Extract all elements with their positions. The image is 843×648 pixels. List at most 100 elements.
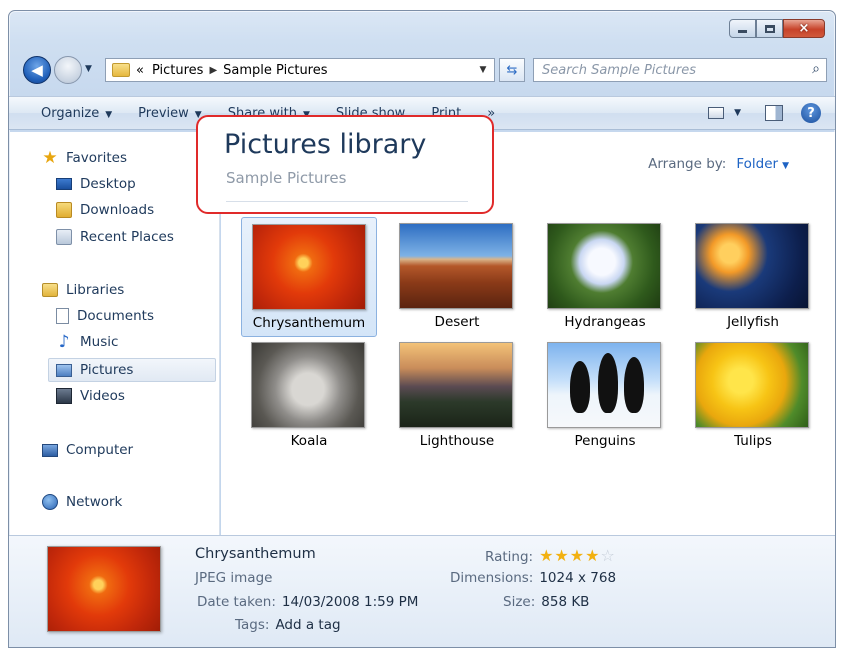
chevron-down-icon: ▼	[105, 109, 113, 120]
details-thumbnail	[47, 546, 161, 632]
thumbnail-image	[251, 342, 365, 428]
details-file-type: JPEG image	[195, 570, 273, 586]
thumbnail-label: Chrysanthemum	[252, 315, 366, 331]
thumbnail-label: Lighthouse	[419, 433, 495, 449]
preview-label: Preview	[138, 105, 189, 121]
sidebar-item-pictures[interactable]: Pictures	[48, 358, 216, 382]
sidebar-item-label: Downloads	[80, 202, 155, 218]
computer-icon	[42, 443, 58, 457]
breadcrumb-sample-pictures[interactable]: Sample Pictures	[223, 63, 327, 78]
size-label: Size:	[503, 594, 536, 610]
sidebar-item-videos[interactable]: Videos	[56, 388, 125, 404]
sidebar-item-desktop[interactable]: Desktop	[56, 176, 136, 192]
search-placeholder: Search Sample Pictures	[542, 62, 697, 78]
recent-pages-dropdown[interactable]: ▼	[85, 64, 92, 74]
breadcrumb-overflow[interactable]: «	[136, 63, 144, 78]
dimensions-label: Dimensions:	[450, 570, 534, 586]
thumbnail-image	[695, 342, 809, 428]
filled-star-icon[interactable]: ★	[539, 546, 554, 565]
minimize-button[interactable]	[729, 19, 756, 38]
refresh-icon: ⇆	[506, 62, 518, 78]
views-dropdown-icon[interactable]: ▼	[734, 108, 741, 118]
folder-icon	[112, 63, 130, 77]
thumbnail-penguins[interactable]: Penguins	[537, 336, 673, 456]
date-taken-value[interactable]: 14/03/2008 1:59 PM	[282, 594, 419, 610]
pictures-icon	[56, 363, 72, 377]
preview-menu[interactable]: Preview ▼	[138, 106, 202, 121]
thumbnail-image	[252, 224, 366, 310]
penguin-shape	[624, 357, 644, 413]
details-date-taken: Date taken: 14/03/2008 1:59 PM	[197, 594, 418, 610]
sidebar-item-network[interactable]: Network	[42, 494, 122, 510]
penguin-shape	[598, 353, 618, 413]
organize-menu[interactable]: Organize ▼	[41, 106, 112, 121]
empty-star-icon[interactable]: ☆	[600, 546, 615, 565]
size-value: 858 KB	[541, 594, 590, 610]
change-view-icon[interactable]	[708, 107, 725, 119]
sidebar-item-label: Libraries	[66, 282, 125, 298]
thumbnail-label: Tulips	[734, 433, 772, 449]
documents-icon	[56, 308, 69, 324]
sidebar-item-favorites[interactable]: ★ Favorites	[42, 148, 127, 168]
network-icon	[42, 494, 58, 510]
library-header-highlight: Pictures library Sample Pictures	[196, 115, 494, 214]
arrange-by: Arrange by: Folder ▼	[648, 156, 789, 172]
sidebar-item-documents[interactable]: Documents	[56, 308, 154, 324]
maximize-button[interactable]	[756, 19, 783, 38]
arrange-by-dropdown[interactable]: Folder	[736, 156, 778, 172]
thumbnail-tulips[interactable]: Tulips	[685, 336, 821, 456]
sidebar-item-recent-places[interactable]: Recent Places	[56, 229, 174, 245]
sidebar-item-label: Favorites	[66, 150, 127, 166]
thumbnail-chrysanthemum[interactable]: Chrysanthemum	[241, 217, 377, 337]
thumbnail-jellyfish[interactable]: Jellyfish	[685, 217, 821, 337]
address-bar[interactable]: « Pictures ▶ Sample Pictures ▼	[105, 58, 495, 82]
breadcrumb-pictures[interactable]: Pictures	[152, 63, 203, 78]
libraries-icon	[42, 283, 58, 297]
back-button[interactable]: ◀	[23, 56, 51, 84]
preview-pane-icon[interactable]	[765, 105, 783, 121]
thumbnail-desert[interactable]: Desert	[389, 217, 525, 337]
filled-star-icon[interactable]: ★	[585, 546, 600, 565]
window-caption-buttons: ×	[729, 19, 825, 38]
navigation-bar: ◀ ▼ « Pictures ▶ Sample Pictures ▼ ⇆ Sea…	[19, 54, 827, 84]
add-tag-field[interactable]: Add a tag	[275, 617, 340, 633]
details-rating: Rating: ★★★★☆	[485, 546, 616, 565]
sidebar-item-downloads[interactable]: Downloads	[56, 202, 154, 218]
thumbnail-image	[399, 223, 513, 309]
help-icon[interactable]: ?	[801, 103, 821, 123]
thumbnail-koala[interactable]: Koala	[241, 336, 377, 456]
details-size: Size: 858 KB	[503, 594, 589, 610]
thumbnail-label: Penguins	[574, 433, 636, 449]
search-icon[interactable]: ⌕	[812, 61, 820, 77]
refresh-button[interactable]: ⇆	[499, 58, 525, 82]
sidebar-item-label: Computer	[66, 442, 134, 458]
details-file-name: Chrysanthemum	[195, 546, 316, 562]
close-icon: ×	[798, 21, 810, 36]
star-icon: ★	[42, 148, 58, 168]
search-input[interactable]: Search Sample Pictures ⌕	[533, 58, 827, 82]
filled-star-icon[interactable]: ★	[554, 546, 569, 565]
sidebar-item-libraries[interactable]: Libraries	[42, 282, 124, 298]
sidebar-item-music[interactable]: ♪ Music	[56, 334, 119, 351]
sidebar-item-label: Music	[80, 334, 119, 350]
sidebar-item-label: Desktop	[80, 176, 136, 192]
sidebar-item-label: Network	[66, 494, 123, 510]
date-taken-label: Date taken:	[197, 594, 276, 610]
chevron-down-icon[interactable]: ▼	[782, 161, 789, 171]
details-tags: Tags: Add a tag	[235, 617, 341, 633]
forward-button[interactable]	[54, 56, 82, 84]
minimize-icon	[738, 30, 747, 33]
close-button[interactable]: ×	[783, 19, 825, 38]
thumbnail-lighthouse[interactable]: Lighthouse	[389, 336, 525, 456]
rating-stars[interactable]: ★★★★☆	[539, 546, 616, 565]
recent-places-icon	[56, 229, 72, 245]
address-dropdown-icon[interactable]: ▼	[472, 65, 494, 75]
sidebar-item-label: Documents	[77, 308, 154, 324]
thumbnail-hydrangeas[interactable]: Hydrangeas	[537, 217, 673, 337]
sidebar-item-label: Videos	[80, 388, 125, 404]
sidebar-item-computer[interactable]: Computer	[42, 442, 133, 458]
library-subtitle: Sample Pictures	[226, 169, 347, 187]
breadcrumb-separator-icon[interactable]: ▶	[209, 65, 217, 76]
filled-star-icon[interactable]: ★	[570, 546, 585, 565]
thumbnail-image	[399, 342, 513, 428]
